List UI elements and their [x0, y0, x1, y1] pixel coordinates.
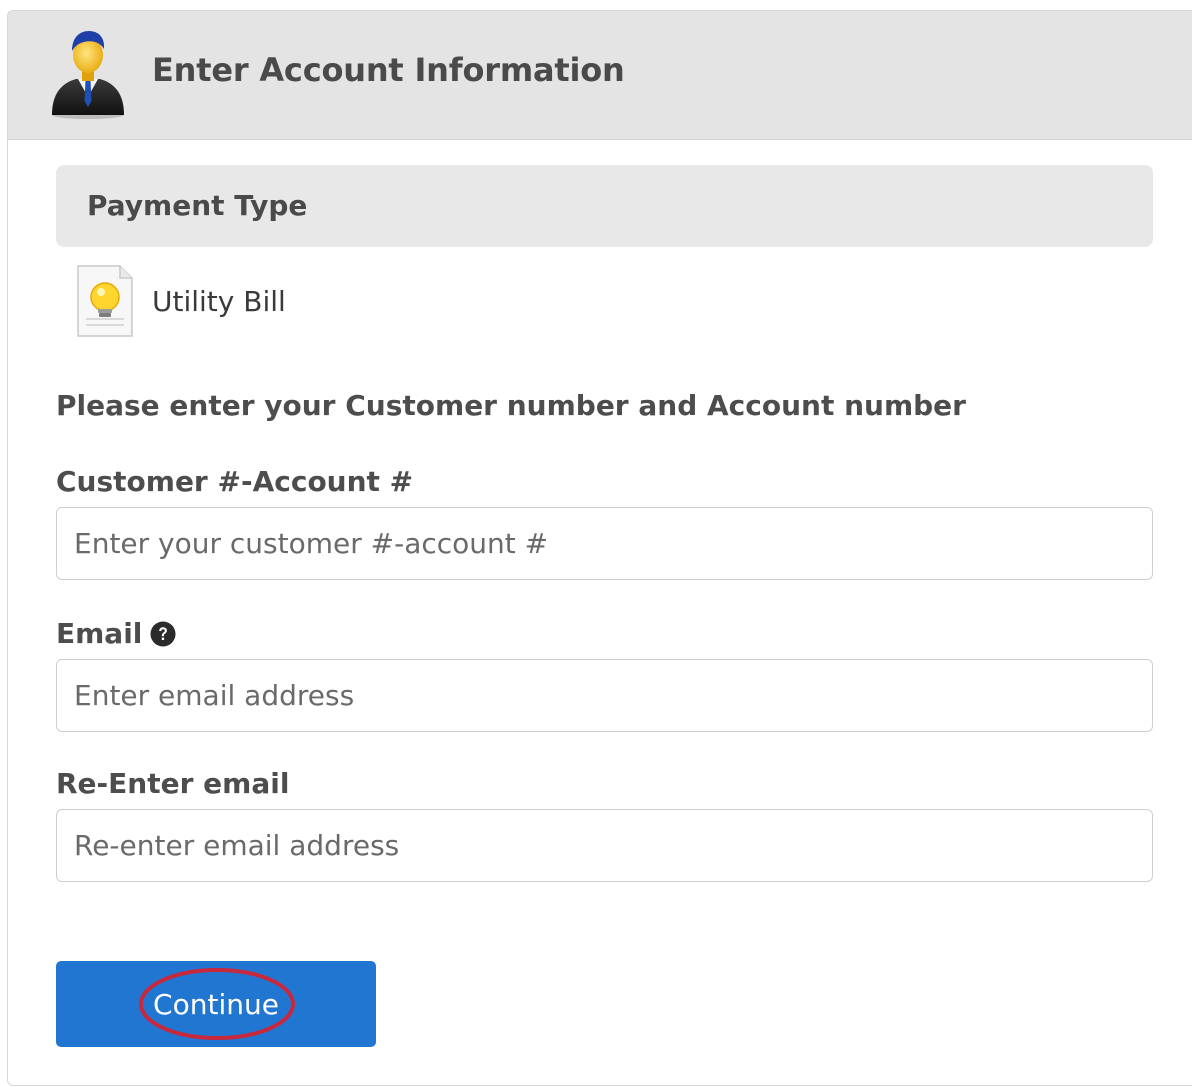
lightbulb-document-icon: [77, 265, 133, 337]
reenter-email-input[interactable]: [56, 809, 1153, 882]
reenter-email-label: Re-Enter email: [56, 767, 289, 800]
payment-type-section: Payment Type: [56, 165, 1153, 247]
form-instructions: Please enter your Customer number and Ac…: [56, 389, 966, 422]
continue-button[interactable]: Continue: [56, 961, 376, 1047]
payment-type-label: Payment Type: [87, 189, 308, 222]
panel-title: Enter Account Information: [152, 51, 625, 89]
customer-account-input[interactable]: [56, 507, 1153, 580]
customer-account-label-text: Customer #-Account #: [56, 465, 414, 498]
email-input[interactable]: [56, 659, 1153, 732]
customer-account-label: Customer #-Account #: [56, 465, 413, 498]
continue-button-label: Continue: [153, 987, 279, 1021]
reenter-email-label-text: Re-Enter email: [56, 767, 290, 800]
panel-header: Enter Account Information: [8, 11, 1192, 140]
question-circle-icon[interactable]: [150, 621, 176, 647]
email-label: Email: [56, 617, 176, 650]
account-info-panel: Enter Account Information Payment Type U…: [7, 10, 1192, 1086]
businessman-icon: [52, 31, 124, 119]
payment-option-label: Utility Bill: [152, 284, 286, 318]
payment-option-utility-bill[interactable]: Utility Bill: [74, 261, 286, 341]
email-label-text: Email: [56, 617, 143, 650]
